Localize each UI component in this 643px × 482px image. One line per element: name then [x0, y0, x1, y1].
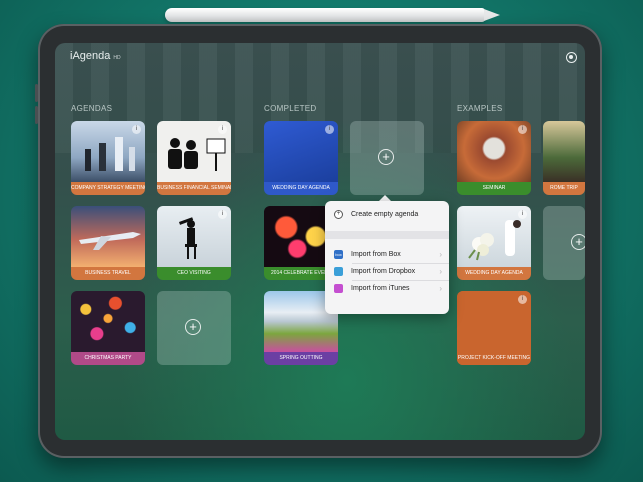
app-screen: iAgenda HD AGENDAS COMPLETED EXAMPLES COM… [55, 43, 585, 440]
tile-caption: SEMINAR [457, 182, 531, 195]
import-dropbox-label: Import from Dropbox [351, 267, 416, 275]
chevron-right-icon: › [439, 283, 442, 293]
chevron-right-icon: › [439, 249, 442, 259]
create-empty-agenda-label: Create empty agenda [351, 210, 419, 218]
import-itunes-item[interactable]: Import from iTunes › [325, 280, 449, 296]
tile-caption: CEO VISITING [157, 267, 231, 280]
plus-circle-icon: + [334, 209, 343, 219]
tile-caption: COMPANY STRATEGY MEETING [71, 182, 145, 195]
info-icon[interactable]: i [218, 125, 227, 134]
app-title-text: iAgenda [70, 50, 111, 62]
tile-caption: BUSINESS FINANCIAL SEMINAR [157, 182, 231, 195]
completed-tile-wedding[interactable]: WEDDING DAY AGENDA i [264, 121, 338, 195]
section-examples: EXAMPLES [457, 104, 503, 113]
add-agenda-tile[interactable]: + [157, 291, 231, 365]
box-icon: box [334, 249, 343, 259]
info-icon[interactable]: i [518, 210, 527, 219]
apple-pencil [165, 8, 485, 22]
dropbox-icon [334, 266, 343, 276]
pencil-tip [484, 9, 500, 21]
tile-caption: CHRISTMAS PARTY [71, 352, 145, 365]
agenda-tile-travel[interactable]: BUSINESS TRAVEL [71, 206, 145, 280]
example-tile-rome[interactable]: ROME TRIP [543, 121, 585, 195]
add-example-tile[interactable]: + [543, 206, 585, 280]
add-icon: + [378, 149, 394, 165]
import-box-item[interactable]: box Import from Box › [325, 246, 449, 262]
agenda-tile-strategy[interactable]: COMPANY STRATEGY MEETING i [71, 121, 145, 195]
add-icon: + [185, 319, 201, 335]
airplane-icon [79, 232, 141, 250]
add-icon: + [571, 234, 585, 250]
app-title-suffix: HD [113, 55, 121, 61]
agenda-tile-christmas[interactable]: CHRISTMAS PARTY [71, 291, 145, 365]
info-icon[interactable]: i [518, 125, 527, 134]
bokeh-lights-image [71, 291, 145, 352]
example-tile-wedding[interactable]: WEDDING DAY AGENDA i [457, 206, 531, 280]
tile-caption: PROJECT KICK-OFF MEETING [457, 352, 531, 365]
add-completed-tile[interactable]: + [350, 121, 424, 195]
airplane-image [71, 206, 145, 267]
import-dropbox-item[interactable]: Import from Dropbox › [325, 263, 449, 279]
volume-down-button [35, 106, 38, 124]
tile-caption: WEDDING DAY AGENDA [457, 267, 531, 280]
tile-caption: WEDDING DAY AGENDA [264, 182, 338, 195]
app-title: iAgenda HD [70, 50, 121, 62]
chevron-right-icon: › [439, 266, 442, 276]
itunes-icon [334, 283, 343, 293]
tile-caption: ROME TRIP [543, 182, 585, 195]
info-icon[interactable]: i [218, 210, 227, 219]
agenda-tile-ceo[interactable]: CEO VISITING i [157, 206, 231, 280]
rome-trees-image [543, 121, 585, 182]
add-agenda-popover: + Create empty agenda box Import from Bo… [325, 201, 449, 314]
info-icon[interactable]: i [325, 125, 334, 134]
import-itunes-label: Import from iTunes [351, 284, 410, 292]
example-tile-kickoff[interactable]: PROJECT KICK-OFF MEETING i [457, 291, 531, 365]
section-completed: COMPLETED [264, 104, 317, 113]
tile-caption: BUSINESS TRAVEL [71, 267, 145, 280]
popover-separator [325, 231, 449, 239]
example-tile-seminar[interactable]: SEMINAR i [457, 121, 531, 195]
volume-up-button [35, 84, 38, 102]
info-icon[interactable]: i [518, 295, 527, 304]
import-box-label: Import from Box [351, 250, 401, 258]
create-empty-agenda-item[interactable]: + Create empty agenda [325, 206, 449, 222]
section-agendas: AGENDAS [71, 104, 113, 113]
agenda-tile-financial[interactable]: BUSINESS FINANCIAL SEMINAR i [157, 121, 231, 195]
settings-icon[interactable] [566, 52, 577, 63]
info-icon[interactable]: i [132, 125, 141, 134]
tile-caption: SPRING OUTTING [264, 352, 338, 365]
